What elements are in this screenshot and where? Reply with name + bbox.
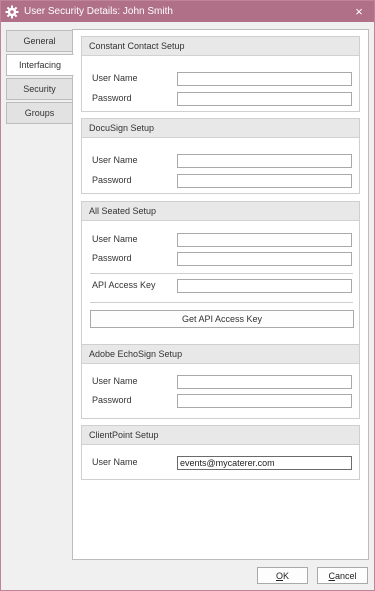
group-title: DocuSign Setup — [82, 119, 359, 138]
clientpoint-user-name-input[interactable] — [177, 456, 352, 470]
tab-interfacing[interactable]: Interfacing — [6, 54, 74, 76]
cancel-label-rest: ancel — [334, 570, 357, 581]
tab-security[interactable]: Security — [6, 78, 73, 100]
user-name-label: User Name — [92, 457, 138, 467]
docusign-password-input[interactable] — [177, 174, 352, 188]
group-title: All Seated Setup — [82, 202, 359, 221]
user-name-row: User Name — [82, 233, 359, 249]
button-label: Get API Access Key — [181, 314, 263, 324]
tab-label: Security — [23, 84, 56, 94]
user-name-label: User Name — [92, 73, 138, 83]
docusign-user-name-input[interactable] — [177, 154, 352, 168]
group-title: Adobe EchoSign Setup — [82, 345, 359, 364]
all-seated-password-input[interactable] — [177, 252, 352, 266]
get-api-access-key-button[interactable]: Get API Access Key — [90, 310, 354, 328]
group-title: Constant Contact Setup — [82, 37, 359, 56]
clientpoint-group: ClientPoint Setup User Name — [81, 425, 360, 480]
adobe-echosign-password-input[interactable] — [177, 394, 352, 408]
adobe-echosign-user-name-input[interactable] — [177, 375, 352, 389]
password-label: Password — [92, 253, 132, 263]
user-name-row: User Name — [82, 456, 359, 472]
api-access-key-input[interactable] — [177, 279, 352, 293]
tab-label: Groups — [24, 108, 55, 118]
close-icon: × — [355, 4, 363, 19]
password-row: Password — [82, 394, 359, 410]
all-seated-user-name-input[interactable] — [177, 233, 352, 247]
tab-label: Interfacing — [18, 60, 62, 70]
tab-groups[interactable]: Groups — [6, 102, 73, 124]
interfacing-pane: Constant Contact Setup User Name Passwor… — [72, 29, 369, 560]
ok-label-rest: K — [283, 570, 290, 581]
group-title: ClientPoint Setup — [82, 426, 359, 445]
ok-mnemonic: O — [275, 570, 283, 581]
password-label: Password — [92, 93, 132, 103]
constant-contact-group: Constant Contact Setup User Name Passwor… — [81, 36, 360, 112]
title-bar: User Security Details: John Smith × — [1, 1, 374, 22]
password-row: Password — [82, 252, 359, 268]
user-name-row: User Name — [82, 375, 359, 391]
constant-contact-password-input[interactable] — [177, 92, 352, 106]
divider — [90, 302, 353, 303]
password-row: Password — [82, 174, 359, 190]
password-label: Password — [92, 395, 132, 405]
tab-label: General — [23, 36, 56, 46]
user-security-dialog: User Security Details: John Smith × Gene… — [0, 0, 375, 591]
all-seated-group: All Seated Setup User Name Password API … — [81, 201, 360, 365]
user-name-label: User Name — [92, 155, 138, 165]
cancel-button[interactable]: Cancel — [317, 567, 368, 584]
tab-strip: General Interfacing Security Groups — [6, 30, 74, 126]
tab-general[interactable]: General — [6, 30, 73, 52]
close-button[interactable]: × — [344, 1, 374, 22]
docusign-group: DocuSign Setup User Name Password — [81, 118, 360, 194]
api-key-row: API Access Key — [82, 279, 359, 295]
password-label: Password — [92, 175, 132, 185]
window-title: User Security Details: John Smith — [24, 6, 173, 17]
adobe-echosign-group: Adobe EchoSign Setup User Name Password — [81, 344, 360, 419]
password-row: Password — [82, 92, 359, 108]
user-name-label: User Name — [92, 234, 138, 244]
user-name-label: User Name — [92, 376, 138, 386]
user-name-row: User Name — [82, 154, 359, 170]
constant-contact-user-name-input[interactable] — [177, 72, 352, 86]
divider — [90, 273, 353, 274]
api-key-label: API Access Key — [92, 280, 156, 290]
ok-button[interactable]: OK — [257, 567, 308, 584]
user-name-row: User Name — [82, 72, 359, 88]
gear-icon — [4, 4, 20, 20]
